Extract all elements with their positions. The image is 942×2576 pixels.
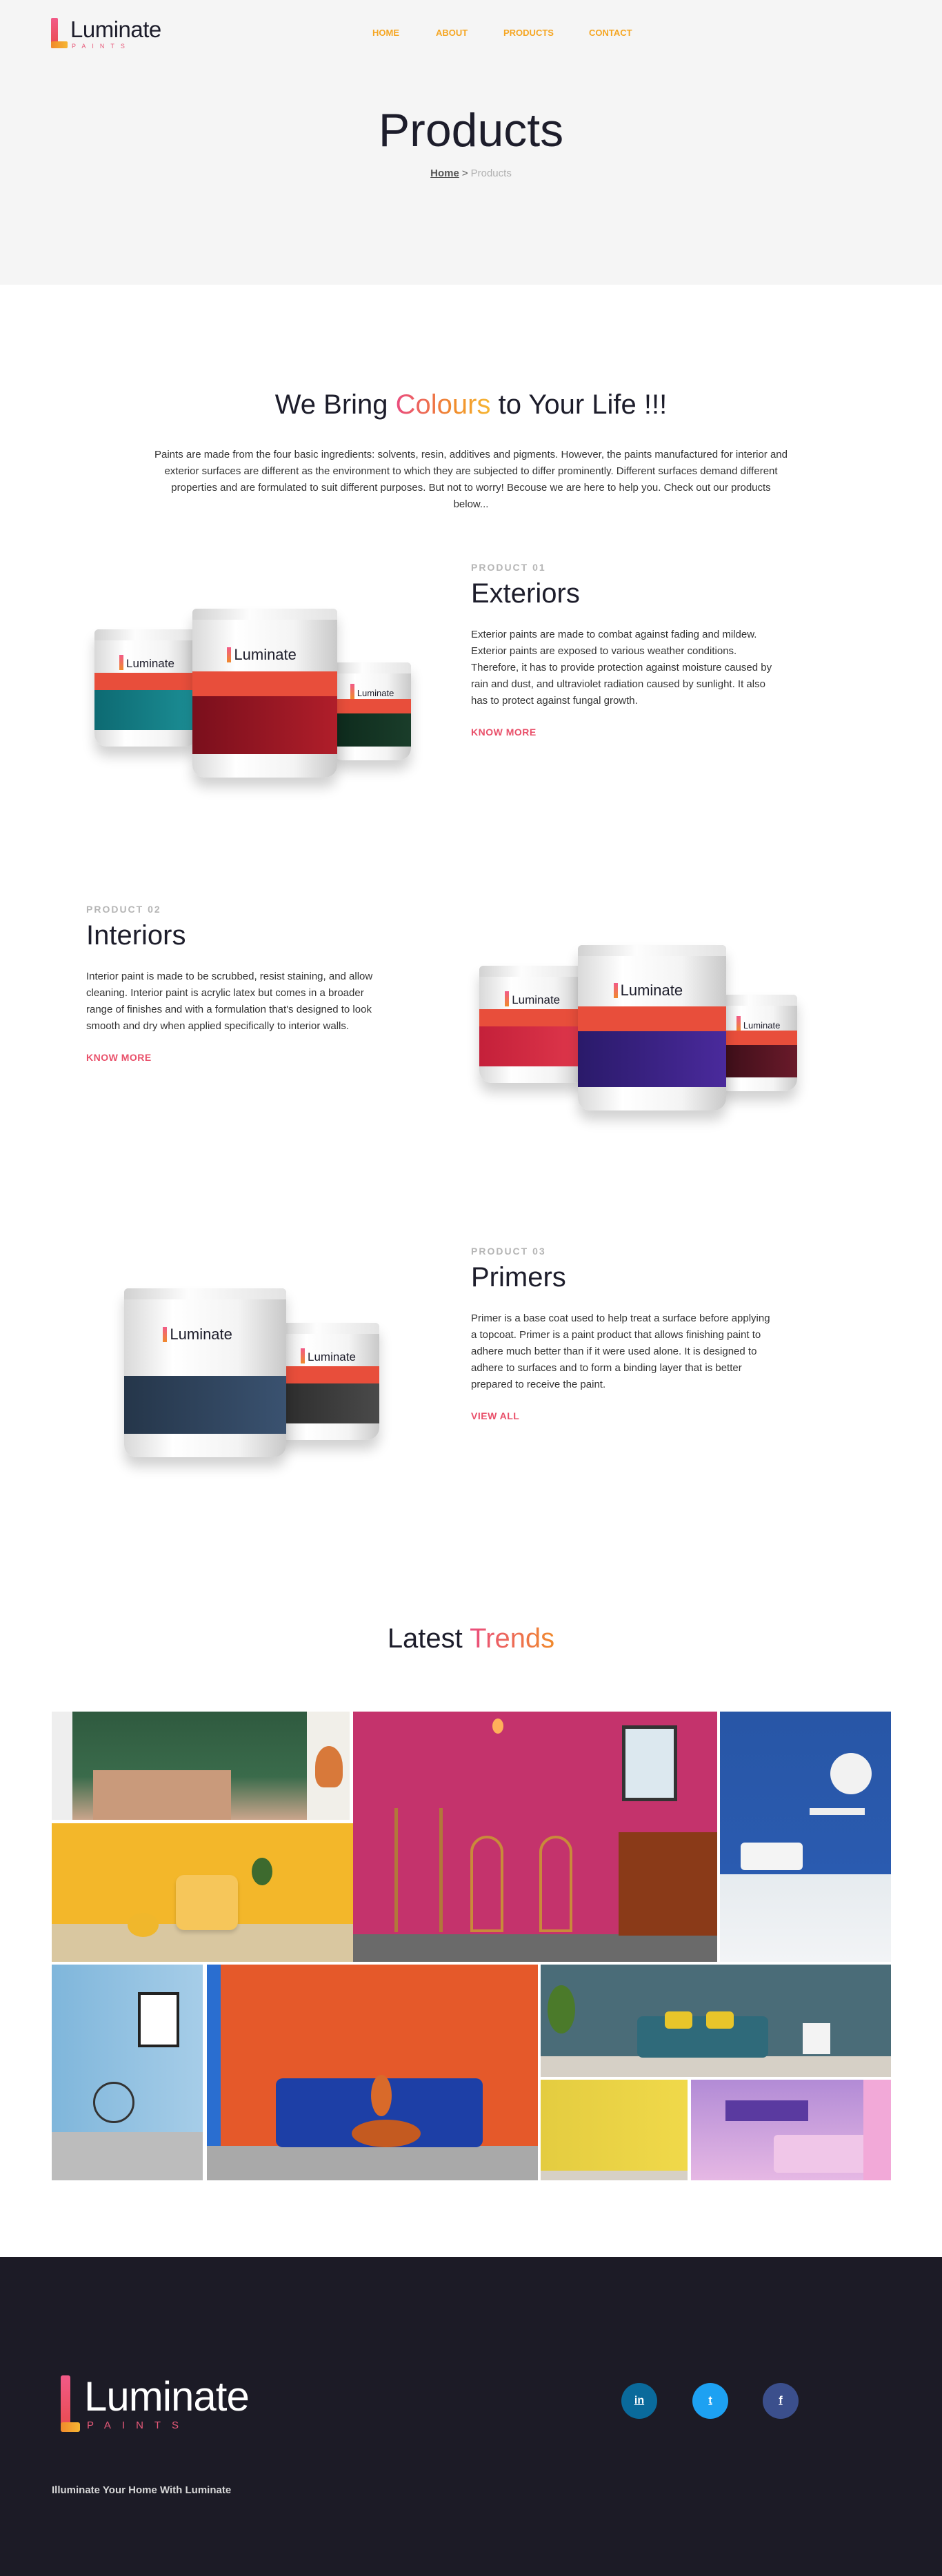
bucket-image: Luminate [578, 945, 726, 1110]
product-number: PRODUCT 02 [86, 904, 161, 915]
product-name: Interiors [86, 920, 186, 951]
nav-link-home[interactable]: HOME [372, 28, 436, 38]
intro-heading-accent: Colours [395, 389, 491, 420]
breadcrumb-separator: > [461, 168, 468, 179]
product-name: Exteriors [471, 578, 580, 609]
page-footer: Luminate PAINTS Illuminate Your Home Wit… [0, 2257, 942, 2576]
product-description: Exterior paints are made to combat again… [471, 629, 772, 707]
latest-trends-section: Latest Trends [0, 1563, 942, 2257]
logo-mark-icon [51, 18, 68, 48]
product-image-exteriors: Luminate Luminate Luminate [86, 609, 411, 788]
footer-logo-wordmark: Luminate [84, 2373, 250, 2420]
intro-text: Paints are made from the four basic ingr… [154, 449, 788, 510]
nav-link-about[interactable]: ABOUT [436, 28, 503, 38]
breadcrumb-home-link[interactable]: Home [430, 168, 459, 179]
logo-mark-icon [61, 2375, 80, 2432]
view-all-link[interactable]: VIEW ALL [471, 1410, 519, 1421]
logo-wordmark: Luminate [70, 17, 161, 42]
bucket-image: Luminate [192, 609, 337, 778]
product-number: PRODUCT 03 [471, 1246, 546, 1257]
trend-image-teal-living-room[interactable] [541, 1965, 891, 2077]
trends-heading-accent: Trends [470, 1623, 555, 1654]
bucket-image: Luminate [94, 629, 198, 747]
product-primers: Luminate Luminate PRODUCT 03 Primers Pri… [0, 1219, 942, 1563]
bucket-image: Luminate [124, 1288, 286, 1457]
product-image-primers: Luminate Luminate [124, 1288, 386, 1468]
trend-image-blue-nursery[interactable] [720, 1712, 891, 1962]
intro-section: We Bring Colours to Your Life !!! Paints… [0, 285, 942, 533]
product-info: PRODUCT 01 Exteriors Exterior paints are… [471, 562, 774, 739]
product-name: Primers [471, 1262, 566, 1292]
product-image-interiors: Luminate Luminate Luminate [476, 945, 800, 1117]
breadcrumb-current: Products [470, 168, 512, 179]
intro-heading: We Bring Colours to Your Life !!! [274, 389, 668, 420]
trend-image-orange-living-room[interactable] [207, 1965, 538, 2180]
product-description: Interior paint is made to be scrubbed, r… [86, 971, 373, 1032]
product-description: Primer is a base coat used to help treat… [471, 1312, 770, 1390]
linkedin-icon[interactable]: in [621, 2383, 657, 2419]
know-more-link[interactable]: KNOW MORE [471, 727, 537, 738]
page-title: Products [378, 104, 564, 156]
footer-tagline: Illuminate Your Home With Luminate [52, 2484, 232, 2496]
page-header: Luminate PAINTS HOME ABOUT PRODUCTS CONT… [0, 0, 942, 285]
product-info: PRODUCT 03 Primers Primer is a base coat… [471, 1246, 774, 1423]
logo-subtitle: PAINTS [72, 43, 131, 50]
trend-image-yellow-room[interactable] [52, 1823, 378, 1962]
trend-image-green-bedroom[interactable] [52, 1712, 350, 1820]
top-navigation: Luminate PAINTS HOME ABOUT PRODUCTS CONT… [0, 0, 942, 67]
bucket-image: Luminate [717, 995, 797, 1091]
product-interiors: PRODUCT 02 Interiors Interior paint is m… [0, 876, 942, 1219]
bucket-image: Luminate [276, 1323, 379, 1440]
product-exteriors: Luminate Luminate Luminate PRODUCT 01 Ex… [0, 533, 942, 876]
breadcrumb: Home > Products [0, 168, 942, 179]
nav-link-products[interactable]: PRODUCTS [503, 28, 589, 38]
twitter-icon[interactable]: t [692, 2383, 728, 2419]
facebook-icon[interactable]: f [763, 2383, 799, 2419]
trend-image-pink-room[interactable] [353, 1712, 717, 1962]
know-more-link[interactable]: KNOW MORE [86, 1052, 152, 1063]
bucket-image: Luminate [479, 966, 586, 1083]
trends-heading: Latest Trends [387, 1623, 555, 1654]
footer-logo[interactable]: Luminate PAINTS [61, 2373, 250, 2432]
main-menu: HOME ABOUT PRODUCTS CONTACT [372, 28, 644, 38]
trend-image-yellow-wall[interactable] [541, 2080, 688, 2180]
product-number: PRODUCT 01 [471, 562, 546, 573]
trend-image-light-blue-room[interactable] [52, 1965, 203, 2180]
product-info: PRODUCT 02 Interiors Interior paint is m… [86, 904, 390, 1064]
footer-logo-subtitle: PAINTS [87, 2420, 190, 2431]
bucket-image: Luminate [331, 662, 411, 760]
trend-image-lilac-bedroom[interactable] [691, 2080, 891, 2180]
brand-logo[interactable]: Luminate PAINTS [51, 18, 161, 50]
nav-link-contact[interactable]: CONTACT [589, 28, 644, 38]
